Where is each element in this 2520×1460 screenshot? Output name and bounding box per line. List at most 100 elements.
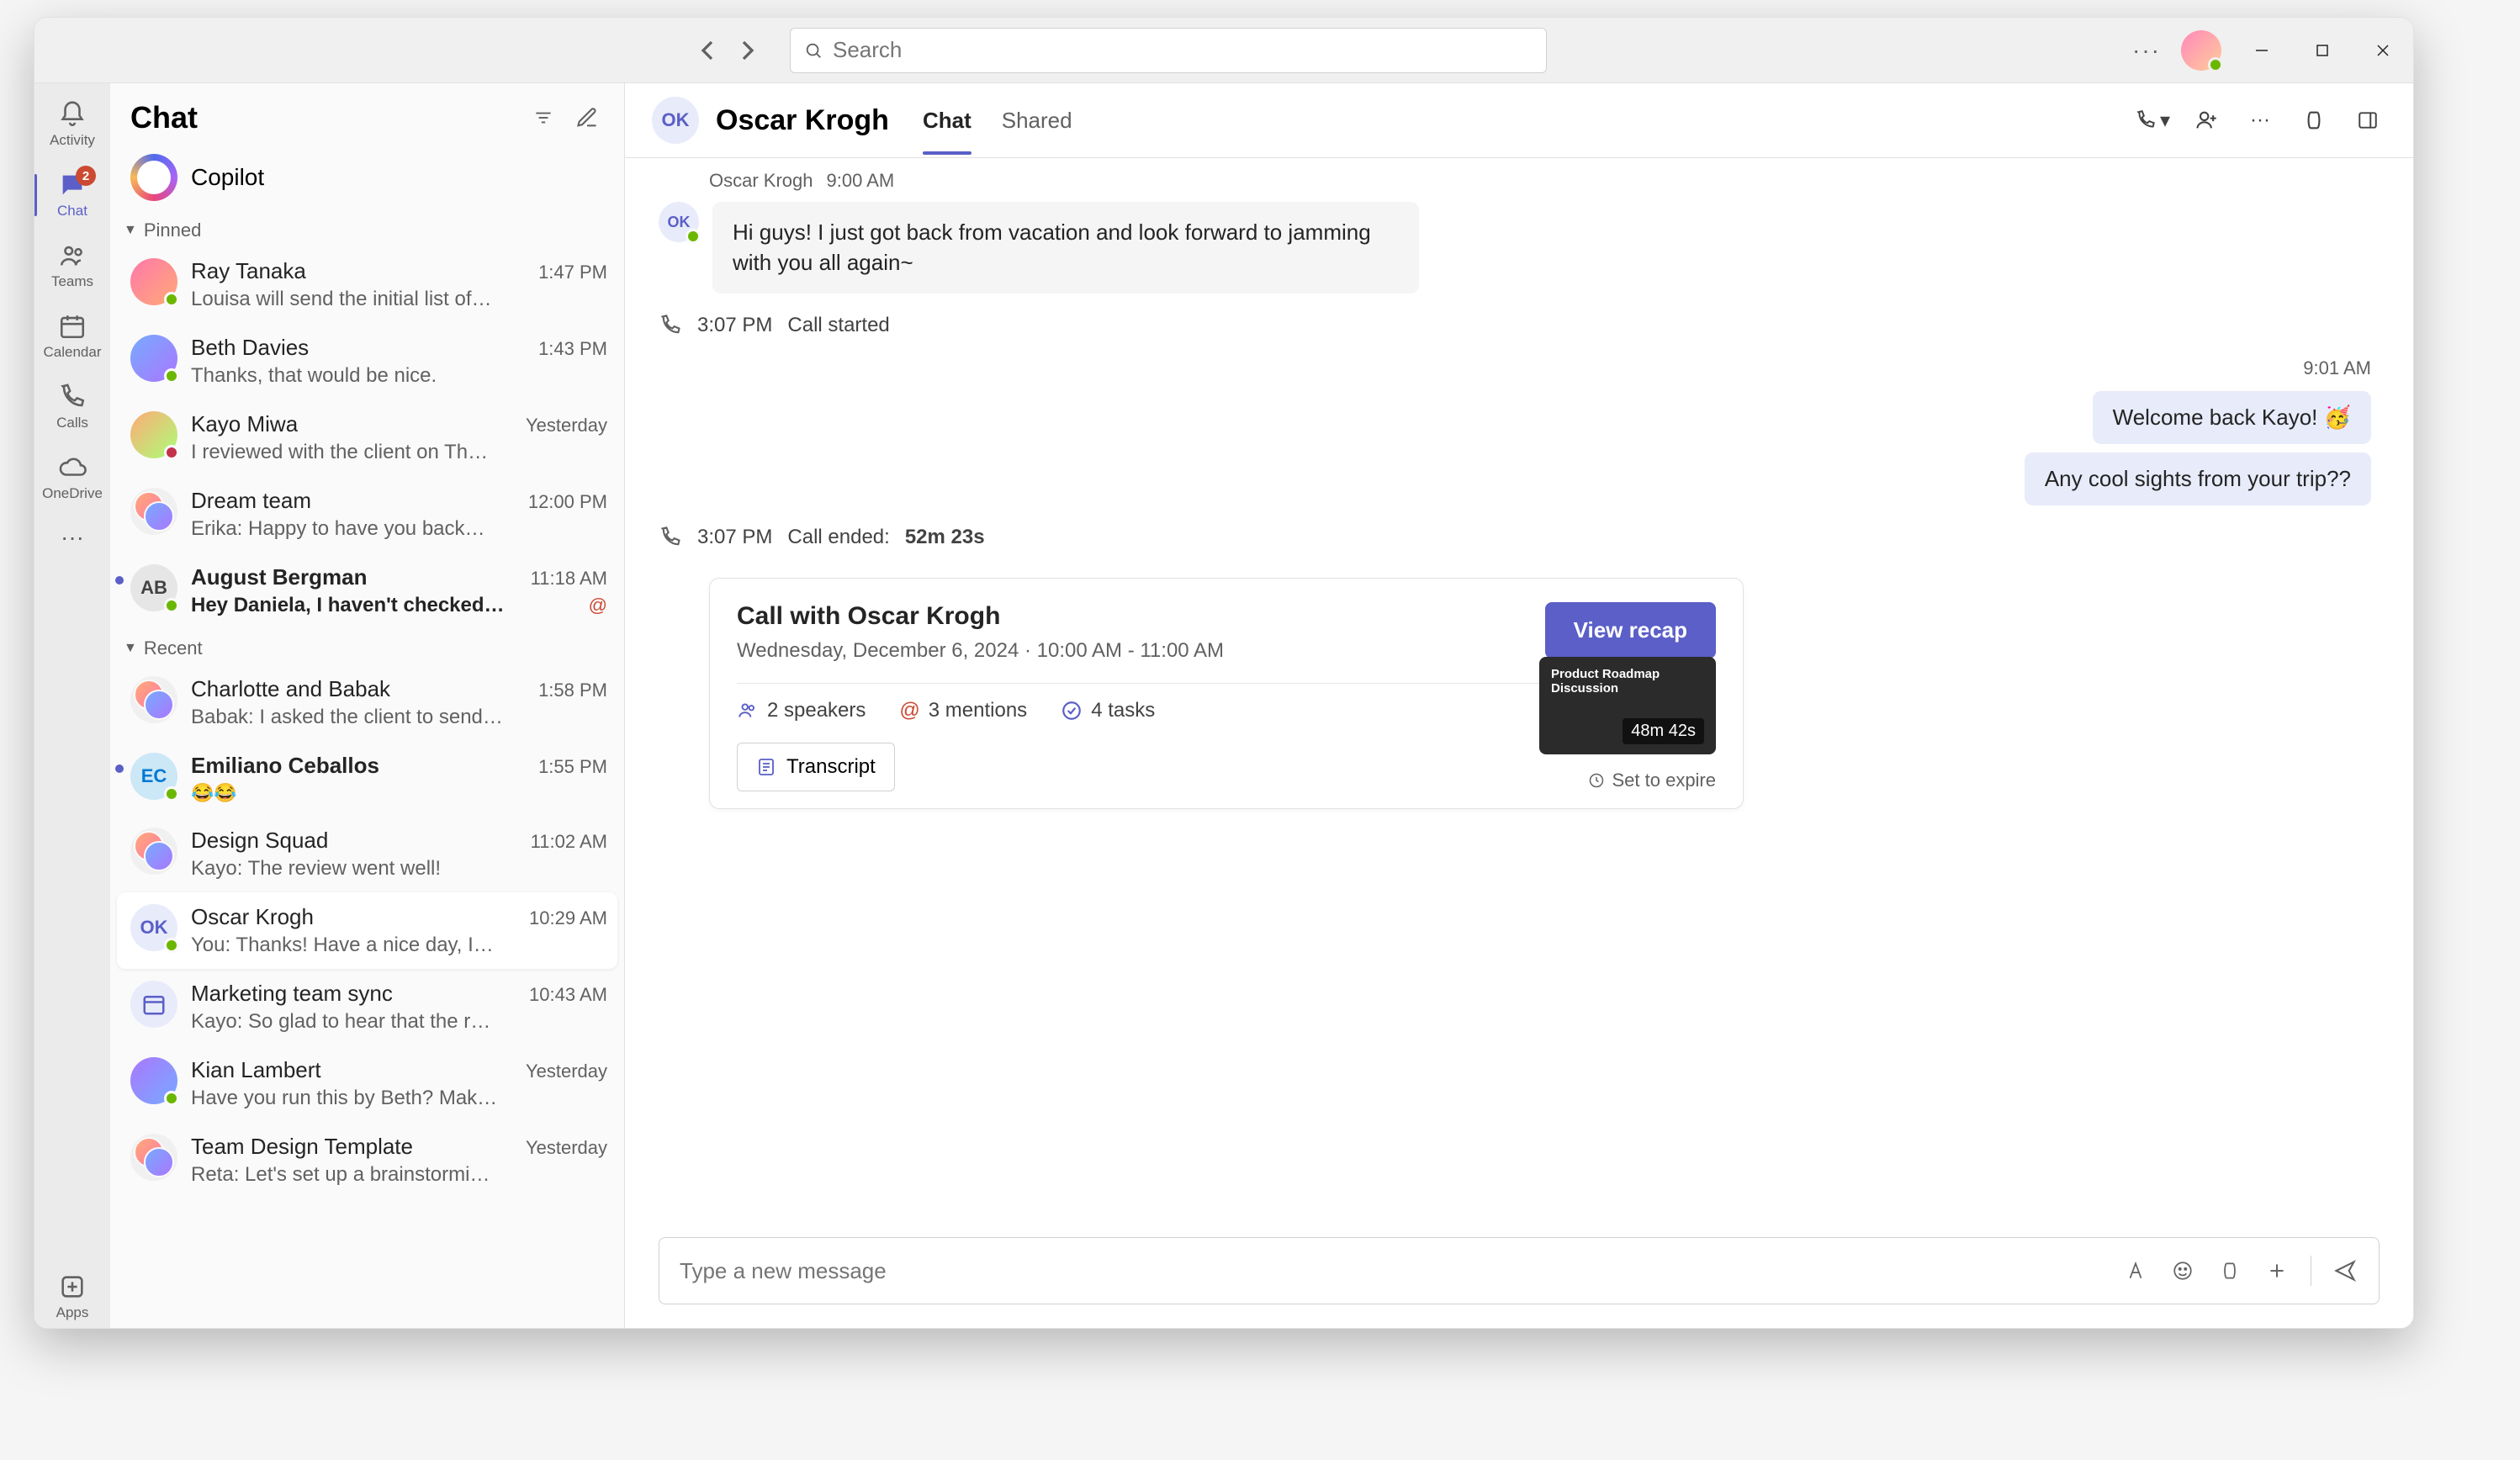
avatar	[130, 676, 177, 723]
caret-down-icon: ▼	[124, 641, 137, 656]
chat-item-oscar-krogh[interactable]: OK Oscar Krogh10:29 AMYou: Thanks! Have …	[117, 892, 617, 969]
avatar	[130, 981, 177, 1028]
search-box[interactable]	[790, 28, 1547, 73]
check-circle-icon	[1061, 700, 1083, 722]
contact-avatar[interactable]: OK	[652, 97, 699, 144]
nav-forward-icon[interactable]	[731, 34, 765, 67]
app-window: ··· Activity 2 Chat Teams	[34, 17, 2414, 1329]
phone-icon	[58, 383, 87, 411]
rail-calendar[interactable]: Calendar	[42, 305, 103, 368]
recording-thumbnail[interactable]: Product Roadmap Discussion 48m 42s	[1539, 657, 1716, 754]
add-people-button[interactable]	[2188, 102, 2225, 139]
composer-input[interactable]	[680, 1258, 2105, 1284]
chat-item-ray-tanaka[interactable]: Ray Tanaka1:47 PMLouisa will send the in…	[110, 246, 624, 323]
section-pinned[interactable]: ▼ Pinned	[110, 211, 624, 246]
phone-icon	[659, 526, 682, 549]
copilot-label: Copilot	[191, 164, 264, 191]
chat-item-emiliano-ceballos[interactable]: EC Emiliano Ceballos1:55 PM😂😂	[110, 741, 624, 816]
avatar: AB	[130, 564, 177, 611]
chat-item-dream-team[interactable]: Dream team12:00 PMErika: Happy to have y…	[110, 476, 624, 553]
message-bubble[interactable]: Hi guys! I just got back from vacation a…	[712, 202, 1419, 294]
copilot-sidebar-icon[interactable]	[2295, 102, 2332, 139]
unread-dot	[115, 576, 124, 585]
message-bubble[interactable]: Any cool sights from your trip??	[2025, 452, 2371, 505]
rail-more[interactable]: ···	[42, 517, 103, 558]
msg-time: 9:01 AM	[2303, 357, 2371, 379]
conversation-pane: OK Oscar Krogh Chat Shared ▾ ··· Oscar K…	[625, 83, 2413, 1328]
speakers-count: 2 speakers	[737, 699, 866, 722]
message-bubble[interactable]: Welcome back Kayo! 🥳	[2093, 391, 2371, 444]
profile-avatar[interactable]	[2181, 30, 2221, 71]
transcript-button[interactable]: Transcript	[737, 743, 895, 791]
add-attachment-icon[interactable]	[2260, 1254, 2294, 1288]
send-button[interactable]	[2328, 1254, 2362, 1288]
msg-time: 9:00 AM	[827, 170, 895, 192]
maximize-button[interactable]	[2302, 30, 2343, 71]
chat-item-kian-lambert[interactable]: Kian LambertYesterdayHave you run this b…	[110, 1045, 624, 1122]
emoji-icon[interactable]	[2166, 1254, 2200, 1288]
more-actions-button[interactable]: ···	[2242, 102, 2279, 139]
chat-item-beth-davies[interactable]: Beth Davies1:43 PMThanks, that would be …	[110, 323, 624, 399]
avatar	[130, 411, 177, 458]
call-recap-card: Call with Oscar Krogh Wednesday, Decembe…	[709, 578, 1744, 809]
rail-chat[interactable]: 2 Chat	[42, 164, 103, 226]
call-ended-event: 3:07 PM Call ended: 52m 23s	[659, 526, 2380, 549]
apps-icon	[58, 1272, 87, 1301]
avatar: EC	[130, 753, 177, 800]
titlebar: ···	[34, 18, 2413, 83]
filter-icon[interactable]	[527, 101, 560, 135]
calendar-icon	[58, 312, 87, 341]
minimize-button[interactable]	[2242, 30, 2282, 71]
section-pinned-label: Pinned	[144, 220, 202, 241]
bell-icon	[58, 100, 87, 129]
tab-chat[interactable]: Chat	[923, 101, 971, 140]
chat-item-charlotte-babak[interactable]: Charlotte and Babak1:58 PMBabak: I asked…	[110, 664, 624, 741]
phone-icon	[659, 314, 682, 337]
open-panel-icon[interactable]	[2349, 102, 2386, 139]
rail-teams[interactable]: Teams	[42, 235, 103, 297]
tasks-count: 4 tasks	[1061, 699, 1155, 722]
mention-icon: @	[589, 595, 607, 616]
call-button[interactable]: ▾	[2134, 102, 2171, 139]
chat-item-marketing-sync[interactable]: Marketing team sync10:43 AMKayo: So glad…	[110, 969, 624, 1045]
chat-badge: 2	[76, 166, 96, 186]
unread-dot	[115, 764, 124, 773]
rail-chat-label: Chat	[57, 203, 87, 220]
chat-item-kayo-miwa[interactable]: Kayo MiwaYesterdayI reviewed with the cl…	[110, 399, 624, 476]
chat-item-design-squad[interactable]: Design Squad11:02 AMKayo: The review wen…	[110, 816, 624, 892]
search-input[interactable]	[833, 37, 1533, 63]
rail-activity[interactable]: Activity	[42, 93, 103, 156]
caret-down-icon: ▼	[124, 223, 137, 238]
chat-item-august-bergman[interactable]: AB August Bergman11:18 AMHey Daniela, I …	[110, 553, 624, 629]
rail-calendar-label: Calendar	[44, 344, 102, 361]
view-recap-button[interactable]: View recap	[1545, 602, 1716, 659]
new-chat-icon[interactable]	[570, 101, 604, 135]
copilot-item[interactable]: Copilot	[110, 144, 624, 211]
nav-back-icon[interactable]	[691, 34, 724, 67]
copilot-compose-icon[interactable]	[2213, 1254, 2247, 1288]
clock-icon	[1588, 772, 1605, 789]
recap-title: Call with Oscar Krogh	[737, 602, 1528, 631]
section-recent[interactable]: ▼ Recent	[110, 629, 624, 664]
recap-subtitle: Wednesday, December 6, 2024 · 10:00 AM -…	[737, 639, 1528, 663]
avatar	[130, 488, 177, 535]
chat-item-team-design-template[interactable]: Team Design TemplateYesterdayReta: Let's…	[110, 1122, 624, 1198]
rail-calls[interactable]: Calls	[42, 376, 103, 438]
avatar	[130, 1057, 177, 1104]
message-incoming: OK Hi guys! I just got back from vacatio…	[659, 202, 2380, 294]
rail-activity-label: Activity	[50, 132, 95, 149]
rail-apps[interactable]: Apps	[42, 1266, 103, 1328]
conversation-body: Oscar Krogh 9:00 AM OK Hi guys! I just g…	[625, 158, 2413, 1227]
mention-icon: @	[899, 699, 919, 722]
settings-more-icon[interactable]: ···	[2132, 37, 2161, 64]
tab-shared[interactable]: Shared	[1002, 101, 1072, 140]
format-icon[interactable]	[2119, 1254, 2152, 1288]
rail-onedrive[interactable]: OneDrive	[42, 447, 103, 509]
close-button[interactable]	[2363, 30, 2403, 71]
message-composer[interactable]	[659, 1237, 2380, 1304]
message-outgoing-group: 9:01 AM Welcome back Kayo! 🥳 Any cool si…	[2025, 357, 2371, 505]
chat-list-title: Chat	[130, 100, 516, 135]
app-rail: Activity 2 Chat Teams Calendar Calls	[34, 83, 110, 1328]
avatar	[130, 258, 177, 305]
people-icon	[58, 241, 87, 270]
